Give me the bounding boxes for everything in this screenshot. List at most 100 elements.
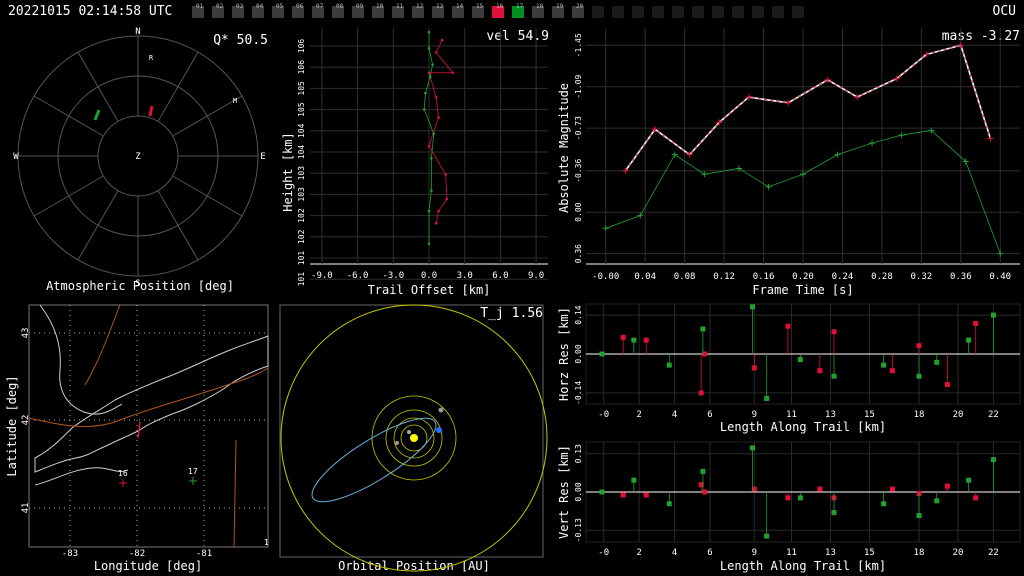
station-cell-14[interactable]: 14 xyxy=(452,3,464,18)
coastline-south xyxy=(34,467,129,486)
data-point-17 xyxy=(422,108,426,111)
x-tick-label: 13 xyxy=(825,548,836,558)
residual-point-17 xyxy=(700,468,706,474)
station-label: 12 xyxy=(416,3,424,10)
map-corner-label: 1 xyxy=(264,538,269,547)
station-selector[interactable]: 01 02 03 04 05 06 07 08 09 10 11 12 13 14 15 16 17 18 19 20 xyxy=(192,3,832,18)
station-label: 01 xyxy=(196,3,204,10)
station-cell-09[interactable]: 09 xyxy=(352,3,364,18)
residual-point-17 xyxy=(666,362,672,368)
data-point-17 xyxy=(800,171,806,178)
residual-point-17 xyxy=(700,326,706,332)
y-tick-label: 101 xyxy=(297,251,306,266)
data-point-17 xyxy=(898,132,905,139)
residual-point-16 xyxy=(698,390,704,396)
y-tick-label: 0.00 xyxy=(574,202,583,221)
lat-tick-label: 42 xyxy=(21,415,31,426)
station-cell-01[interactable]: 01 xyxy=(192,3,204,18)
station-cell-10[interactable]: 10 xyxy=(372,3,384,18)
data-point-17 xyxy=(430,156,433,160)
x-tick-label: 0.36 xyxy=(950,272,972,282)
residual-point-16 xyxy=(944,382,950,388)
station-cell-empty xyxy=(632,6,644,18)
data-point-16 xyxy=(451,71,455,75)
x-tick-label: 11 xyxy=(786,410,797,420)
station-cell-06[interactable]: 06 xyxy=(292,3,304,18)
station-cell-empty xyxy=(692,6,704,18)
residual-point-16 xyxy=(620,334,626,340)
station-cell-19[interactable]: 19 xyxy=(552,3,564,18)
residual-point-16 xyxy=(889,486,895,492)
residual-point-16 xyxy=(944,483,950,489)
station-cell-18[interactable]: 18 xyxy=(532,3,544,18)
x-tick-label: 4 xyxy=(672,548,677,558)
station-cell-04[interactable]: 04 xyxy=(252,3,264,18)
data-point-17 xyxy=(432,132,436,136)
vert-residual-plot: Length Along Trail [km] Vert Res [km] -0… xyxy=(557,441,1021,573)
station-cell-11[interactable]: 11 xyxy=(392,3,404,18)
station-marker-m: M xyxy=(233,97,237,105)
x-tick-label: 6 xyxy=(707,410,712,420)
x-tick-label: 0.24 xyxy=(832,272,854,282)
residual-point-17 xyxy=(666,501,672,507)
polar-spoke xyxy=(33,95,104,137)
residual-point-17 xyxy=(797,357,803,363)
station-label: 08 xyxy=(336,3,344,10)
x-tick-label: 20 xyxy=(953,410,964,420)
data-point-16 xyxy=(987,135,994,142)
station-cell-07[interactable]: 07 xyxy=(312,3,324,18)
station-cell-05[interactable]: 05 xyxy=(272,3,284,18)
residual-point-16 xyxy=(817,486,823,492)
data-point-17 xyxy=(431,63,434,66)
map-ylabel: Latitude [deg] xyxy=(5,375,19,476)
station-cell-02[interactable]: 02 xyxy=(212,3,224,18)
station-cell-17[interactable]: 17 xyxy=(512,3,524,18)
station-cell-15[interactable]: 15 xyxy=(472,3,484,18)
data-point-16 xyxy=(444,173,447,176)
station-cell-empty xyxy=(732,6,744,18)
y-tick-label: -0.36 xyxy=(574,159,583,183)
lon-tick-label: -81 xyxy=(196,549,212,559)
station-label: 07 xyxy=(316,3,324,10)
data-point-17 xyxy=(427,47,431,50)
station-marker-17 xyxy=(189,477,197,485)
station-label-16: 16 xyxy=(118,469,128,478)
station-cell-13[interactable]: 13 xyxy=(432,3,444,18)
x-tick-label: 0.32 xyxy=(911,272,933,282)
station-label: 05 xyxy=(276,3,284,10)
planet-icon xyxy=(395,441,399,445)
residual-point-16 xyxy=(785,495,791,501)
data-point-17 xyxy=(671,151,678,158)
y-tick-label: 106 xyxy=(297,39,306,54)
y-tick-label: 0.00 xyxy=(574,482,583,501)
site-code: OCU xyxy=(992,4,1016,19)
residual-point-16 xyxy=(831,329,837,335)
y-tick-label: 102 xyxy=(297,229,306,244)
compass-z: Z xyxy=(135,152,141,162)
data-point-16 xyxy=(434,51,438,54)
polar-spoke xyxy=(172,175,243,217)
magnitude-caption: Frame Time [s] xyxy=(752,283,853,297)
residual-point-16 xyxy=(916,343,922,349)
residual-point-16 xyxy=(817,368,823,374)
data-point-17 xyxy=(602,225,609,232)
x-tick-label: -0 xyxy=(598,410,609,420)
station-cell-08[interactable]: 08 xyxy=(332,3,344,18)
y-tick-label: -0.73 xyxy=(574,116,583,140)
residual-point-17 xyxy=(916,513,922,519)
track-green xyxy=(93,109,101,121)
station-cell-16[interactable]: 16 xyxy=(492,3,504,18)
station-cell-12[interactable]: 12 xyxy=(412,3,424,18)
y-tick-label: 103 xyxy=(297,166,306,181)
data-point-16 xyxy=(427,71,431,75)
station-label: 19 xyxy=(556,3,564,10)
data-point-17 xyxy=(637,212,644,219)
x-tick-label: 18 xyxy=(914,548,925,558)
x-tick-label: 15 xyxy=(864,410,875,420)
station-cell-03[interactable]: 03 xyxy=(232,3,244,18)
station-cell-20[interactable]: 20 xyxy=(572,3,584,18)
x-tick-label: 22 xyxy=(988,548,999,558)
ground-map: Longitude [deg] Latitude [deg] 16 17 1 -83 -… xyxy=(5,304,269,573)
tj-label: T_j 1.56 xyxy=(480,306,543,321)
residual-point-16 xyxy=(973,320,979,326)
